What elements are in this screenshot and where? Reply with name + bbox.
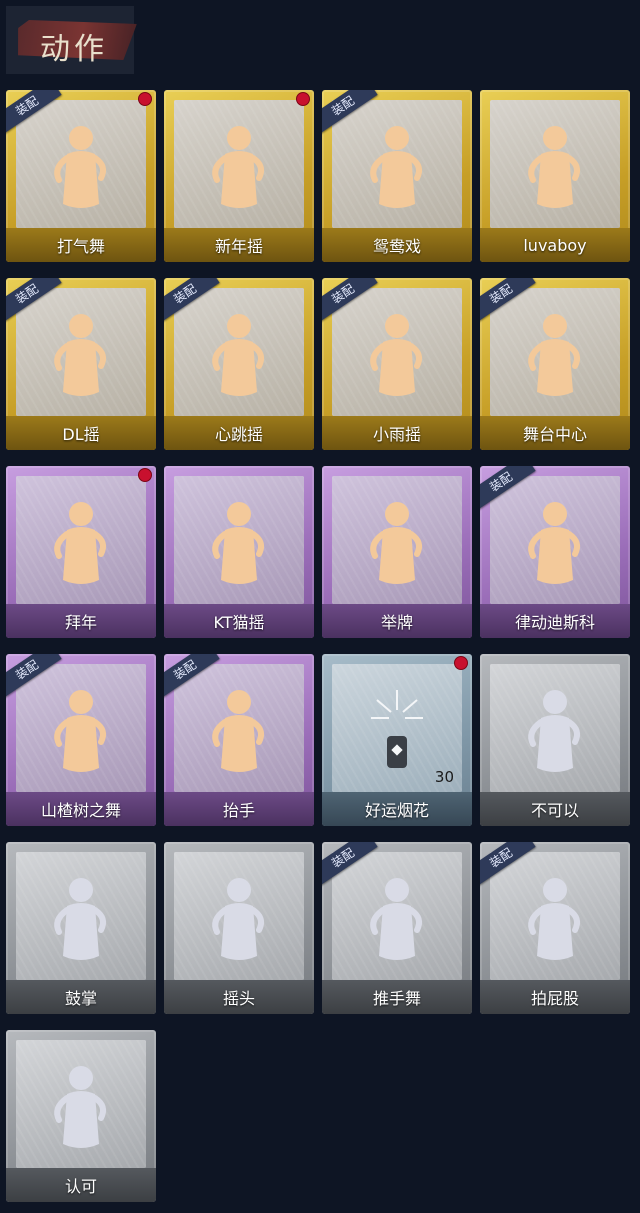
emote-figure-icon <box>54 690 106 772</box>
emote-card[interactable]: 30 好运烟花 <box>322 654 472 826</box>
emote-name: 抬手 <box>164 792 314 826</box>
emote-figure-icon <box>54 502 106 584</box>
emote-card[interactable]: 不可以 <box>480 654 630 826</box>
emote-name: 打气舞 <box>6 228 156 262</box>
emote-name: 拜年 <box>6 604 156 638</box>
emote-card[interactable]: 心跳摇 装配 <box>164 278 314 450</box>
emote-name: 新年摇 <box>164 228 314 262</box>
emote-figure-icon <box>212 690 264 772</box>
emote-name: 认可 <box>6 1168 156 1202</box>
emote-figure-icon <box>54 126 106 208</box>
emote-figure-icon <box>528 878 580 960</box>
emote-figure-icon <box>370 502 422 584</box>
section-title: 动作 <box>40 32 108 67</box>
emote-figure-icon <box>212 878 264 960</box>
emote-name: 心跳摇 <box>164 416 314 450</box>
emote-card[interactable]: DL摇 装配 <box>6 278 156 450</box>
section-header: 动作 <box>6 6 134 74</box>
emote-figure-icon <box>212 126 264 208</box>
emote-card[interactable]: 舞台中心 装配 <box>480 278 630 450</box>
new-indicator-dot <box>138 92 152 106</box>
emote-figure-icon <box>212 314 264 396</box>
emote-card[interactable]: luvaboy <box>480 90 630 262</box>
emote-name: luvaboy <box>480 228 630 262</box>
emote-card[interactable]: 新年摇 <box>164 90 314 262</box>
emote-name: 不可以 <box>480 792 630 826</box>
new-indicator-dot <box>296 92 310 106</box>
new-indicator-dot <box>138 468 152 482</box>
emote-name: 好运烟花 <box>322 792 472 826</box>
emote-name: 舞台中心 <box>480 416 630 450</box>
emote-name: 鼓掌 <box>6 980 156 1014</box>
emote-name: 律动迪斯科 <box>480 604 630 638</box>
emote-figure-icon <box>528 314 580 396</box>
emote-figure-icon <box>370 878 422 960</box>
emote-card[interactable]: 拜年 <box>6 466 156 638</box>
emote-card[interactable]: 抬手 装配 <box>164 654 314 826</box>
emote-card[interactable]: 打气舞 装配 <box>6 90 156 262</box>
emote-card[interactable]: 鼓掌 <box>6 842 156 1014</box>
emote-figure-icon <box>370 314 422 396</box>
emote-card[interactable]: 律动迪斯科 装配 <box>480 466 630 638</box>
emote-name: 拍屁股 <box>480 980 630 1014</box>
emote-card[interactable]: 山楂树之舞 装配 <box>6 654 156 826</box>
emote-card[interactable]: 鸳鸯戏 装配 <box>322 90 472 262</box>
emote-card[interactable]: KT猫摇 <box>164 466 314 638</box>
emote-figure-icon <box>212 502 264 584</box>
emote-figure-icon <box>370 126 422 208</box>
emote-card[interactable]: 小雨摇 装配 <box>322 278 472 450</box>
emote-figure-icon <box>54 1066 106 1148</box>
emote-name: 山楂树之舞 <box>6 792 156 826</box>
emote-card[interactable]: 认可 <box>6 1030 156 1202</box>
firework-icon <box>371 690 423 768</box>
emote-figure-icon <box>54 878 106 960</box>
emote-card[interactable]: 拍屁股 装配 <box>480 842 630 1014</box>
emote-name: 小雨摇 <box>322 416 472 450</box>
emote-name: 鸳鸯戏 <box>322 228 472 262</box>
emote-card[interactable]: 推手舞 装配 <box>322 842 472 1014</box>
emote-card[interactable]: 摇头 <box>164 842 314 1014</box>
emote-name: 摇头 <box>164 980 314 1014</box>
emote-figure-icon <box>528 502 580 584</box>
emote-name: KT猫摇 <box>164 604 314 638</box>
emote-name: DL摇 <box>6 416 156 450</box>
emote-figure-icon <box>54 314 106 396</box>
emote-card[interactable]: 举牌 <box>322 466 472 638</box>
emote-figure-icon <box>528 690 580 772</box>
emote-figure-icon <box>528 126 580 208</box>
emote-name: 推手舞 <box>322 980 472 1014</box>
item-count: 30 <box>434 768 454 786</box>
new-indicator-dot <box>454 656 468 670</box>
emote-name: 举牌 <box>322 604 472 638</box>
